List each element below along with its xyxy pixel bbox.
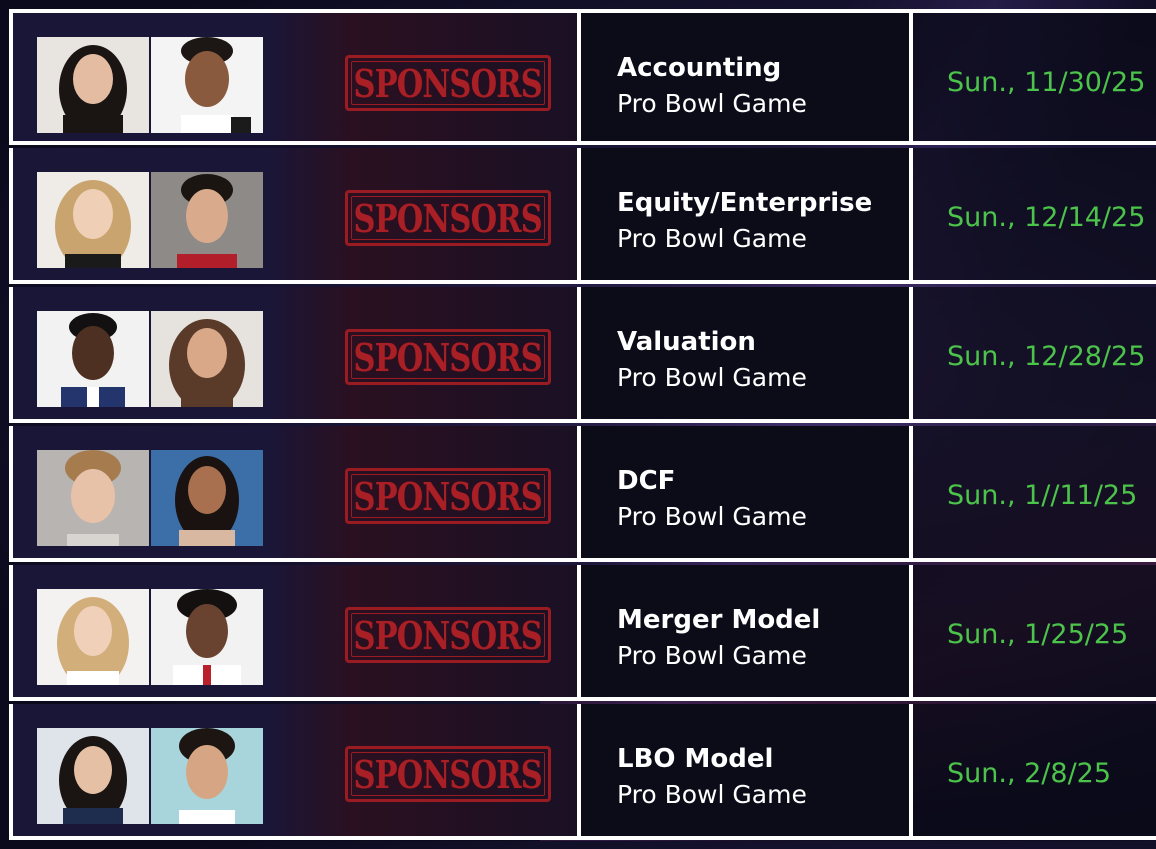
event-title: Merger Model bbox=[617, 605, 821, 635]
photos-cell: SPONSORS bbox=[9, 148, 581, 284]
sponsors-stamp: SPONSORS bbox=[345, 746, 551, 802]
event-title-cell: Equity/Enterprise Pro Bowl Game bbox=[581, 148, 913, 284]
headshot-photo bbox=[151, 311, 263, 407]
sponsors-stamp-label: SPONSORS bbox=[353, 751, 543, 797]
event-subtitle: Pro Bowl Game bbox=[617, 780, 807, 809]
headshot-photo bbox=[151, 37, 263, 133]
headshot-photo bbox=[37, 589, 149, 685]
headshot-photo bbox=[37, 728, 149, 824]
event-date: Sun., 1//11/25 bbox=[947, 480, 1138, 511]
event-title: DCF bbox=[617, 466, 676, 496]
photos-cell: SPONSORS bbox=[9, 565, 581, 701]
headshot-photo bbox=[151, 172, 263, 268]
event-subtitle: Pro Bowl Game bbox=[617, 363, 807, 392]
sponsors-stamp-label: SPONSORS bbox=[353, 195, 543, 241]
headshot-photo bbox=[151, 728, 263, 824]
sponsors-stamp: SPONSORS bbox=[345, 468, 551, 524]
event-date-cell: Sun., 1/25/25 bbox=[913, 565, 1156, 701]
sponsors-stamp-label: SPONSORS bbox=[353, 473, 543, 519]
sponsors-stamp: SPONSORS bbox=[345, 607, 551, 663]
event-date: Sun., 2/8/25 bbox=[947, 758, 1112, 789]
sponsors-stamp-label: SPONSORS bbox=[353, 612, 543, 658]
sponsors-stamp-label: SPONSORS bbox=[353, 60, 543, 106]
photos-cell: SPONSORS bbox=[9, 426, 581, 562]
event-date: Sun., 1/25/25 bbox=[947, 619, 1129, 650]
event-subtitle: Pro Bowl Game bbox=[617, 641, 807, 670]
event-title-cell: Accounting Pro Bowl Game bbox=[581, 9, 913, 145]
photos-cell: SPONSORS bbox=[9, 704, 581, 840]
event-subtitle: Pro Bowl Game bbox=[617, 89, 807, 118]
headshot-photo bbox=[37, 450, 149, 546]
photos-cell: SPONSORS bbox=[9, 287, 581, 423]
event-date: Sun., 11/30/25 bbox=[947, 67, 1146, 98]
event-title-cell: DCF Pro Bowl Game bbox=[581, 426, 913, 562]
sponsors-stamp-label: SPONSORS bbox=[353, 334, 543, 380]
event-title-cell: LBO Model Pro Bowl Game bbox=[581, 704, 913, 840]
event-title: LBO Model bbox=[617, 744, 774, 774]
event-date-cell: Sun., 1//11/25 bbox=[913, 426, 1156, 562]
event-subtitle: Pro Bowl Game bbox=[617, 502, 807, 531]
headshot-photo bbox=[151, 589, 263, 685]
sponsors-stamp: SPONSORS bbox=[345, 190, 551, 246]
schedule-row: SPONSORS Equity/Enterprise Pro Bowl Game… bbox=[9, 148, 1156, 284]
event-title-cell: Merger Model Pro Bowl Game bbox=[581, 565, 913, 701]
event-title: Valuation bbox=[617, 327, 756, 357]
event-title-cell: Valuation Pro Bowl Game bbox=[581, 287, 913, 423]
event-subtitle: Pro Bowl Game bbox=[617, 224, 807, 253]
headshot-photo bbox=[37, 311, 149, 407]
headshot-photo bbox=[37, 172, 149, 268]
schedule-grid: SPONSORS Accounting Pro Bowl Game Sun., … bbox=[9, 9, 1156, 849]
schedule-row: SPONSORS Valuation Pro Bowl Game Sun., 1… bbox=[9, 287, 1156, 423]
schedule-row: SPONSORS Merger Model Pro Bowl Game Sun.… bbox=[9, 565, 1156, 701]
headshot-photo bbox=[151, 450, 263, 546]
event-date-cell: Sun., 2/8/25 bbox=[913, 704, 1156, 840]
event-date-cell: Sun., 12/14/25 bbox=[913, 148, 1156, 284]
event-title: Accounting bbox=[617, 53, 782, 83]
event-date-cell: Sun., 12/28/25 bbox=[913, 287, 1156, 423]
event-title: Equity/Enterprise bbox=[617, 188, 873, 218]
event-date: Sun., 12/28/25 bbox=[947, 341, 1146, 372]
headshot-photo bbox=[37, 37, 149, 133]
photos-cell: SPONSORS bbox=[9, 9, 581, 145]
event-date: Sun., 12/14/25 bbox=[947, 202, 1146, 233]
sponsors-stamp: SPONSORS bbox=[345, 329, 551, 385]
sponsors-stamp: SPONSORS bbox=[345, 55, 551, 111]
event-date-cell: Sun., 11/30/25 bbox=[913, 9, 1156, 145]
schedule-row: SPONSORS DCF Pro Bowl Game Sun., 1//11/2… bbox=[9, 426, 1156, 562]
schedule-row: SPONSORS LBO Model Pro Bowl Game Sun., 2… bbox=[9, 704, 1156, 840]
schedule-row: SPONSORS Accounting Pro Bowl Game Sun., … bbox=[9, 9, 1156, 145]
